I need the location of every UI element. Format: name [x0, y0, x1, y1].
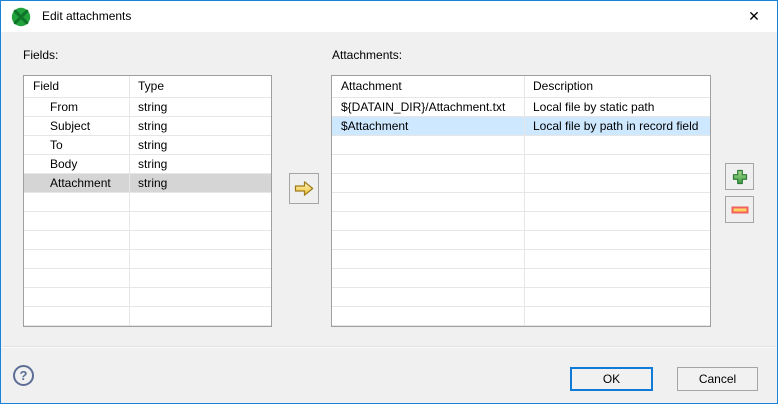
attachments-col-attachment: Attachment [341, 79, 402, 93]
empty-row [332, 174, 710, 193]
attachment-description: Local file by static path [533, 100, 655, 114]
empty-row [24, 288, 271, 307]
field-name: Attachment [50, 176, 111, 190]
field-type: string [138, 176, 168, 190]
minus-icon [731, 206, 748, 213]
window-title: Edit attachments [42, 9, 132, 23]
empty-row [24, 307, 271, 326]
fields-col-type: Type [138, 79, 165, 93]
empty-row [332, 136, 710, 155]
empty-row [332, 250, 710, 269]
empty-row [24, 212, 271, 231]
fields-table: Field Type From string Subject string To… [23, 75, 272, 327]
close-icon[interactable]: ✕ [731, 1, 777, 31]
remove-attachment-button[interactable] [725, 196, 754, 223]
fields-col-field: Field [33, 79, 60, 93]
attachments-table-header: Attachment Description [332, 76, 710, 98]
empty-row [332, 231, 710, 250]
app-logo-icon [11, 7, 31, 27]
move-right-arrow-icon [294, 181, 314, 196]
attachment-description: Local file by path in record field [533, 119, 699, 133]
table-row[interactable]: To string [24, 136, 271, 155]
empty-row [332, 212, 710, 231]
empty-row [332, 269, 710, 288]
empty-row [24, 269, 271, 288]
empty-row [332, 288, 710, 307]
attachments-label: Attachments: [332, 48, 403, 62]
button-bar-separator [2, 346, 776, 348]
empty-row [24, 250, 271, 269]
move-right-button[interactable] [289, 173, 319, 204]
edit-attachments-dialog: Edit attachments ✕ Fields: Attachments: … [0, 0, 778, 404]
plus-icon [732, 169, 747, 184]
titlebar: Edit attachments ✕ [1, 1, 777, 32]
empty-row [24, 231, 271, 250]
fields-label: Fields: [23, 48, 59, 62]
table-row[interactable]: From string [24, 98, 271, 117]
attachment-value: ${DATAIN_DIR}/Attachment.txt [341, 100, 506, 114]
attachments-table: Attachment Description ${DATAIN_DIR}/Att… [331, 75, 711, 327]
empty-row [332, 193, 710, 212]
field-type: string [138, 119, 168, 133]
table-row[interactable]: Subject string [24, 117, 271, 136]
ok-button[interactable]: OK [570, 367, 653, 391]
empty-row [332, 155, 710, 174]
field-name: To [50, 138, 63, 152]
field-name: Subject [50, 119, 91, 133]
help-button[interactable]: ? [13, 365, 34, 386]
empty-row [332, 307, 710, 326]
table-row-selected[interactable]: $Attachment Local file by path in record… [332, 117, 710, 136]
field-name: Body [50, 157, 78, 171]
table-row[interactable]: Body string [24, 155, 271, 174]
field-type: string [138, 100, 168, 114]
fields-table-header: Field Type [24, 76, 271, 98]
empty-row [24, 193, 271, 212]
table-row-selected[interactable]: Attachment string [24, 174, 271, 193]
attachment-value: $Attachment [341, 119, 409, 133]
attachments-col-description: Description [533, 79, 594, 93]
field-type: string [138, 157, 168, 171]
cancel-button[interactable]: Cancel [677, 367, 758, 391]
field-name: From [50, 100, 78, 114]
add-attachment-button[interactable] [725, 163, 754, 190]
question-mark-icon: ? [19, 368, 28, 383]
field-type: string [138, 138, 168, 152]
table-row[interactable]: ${DATAIN_DIR}/Attachment.txt Local file … [332, 98, 710, 117]
